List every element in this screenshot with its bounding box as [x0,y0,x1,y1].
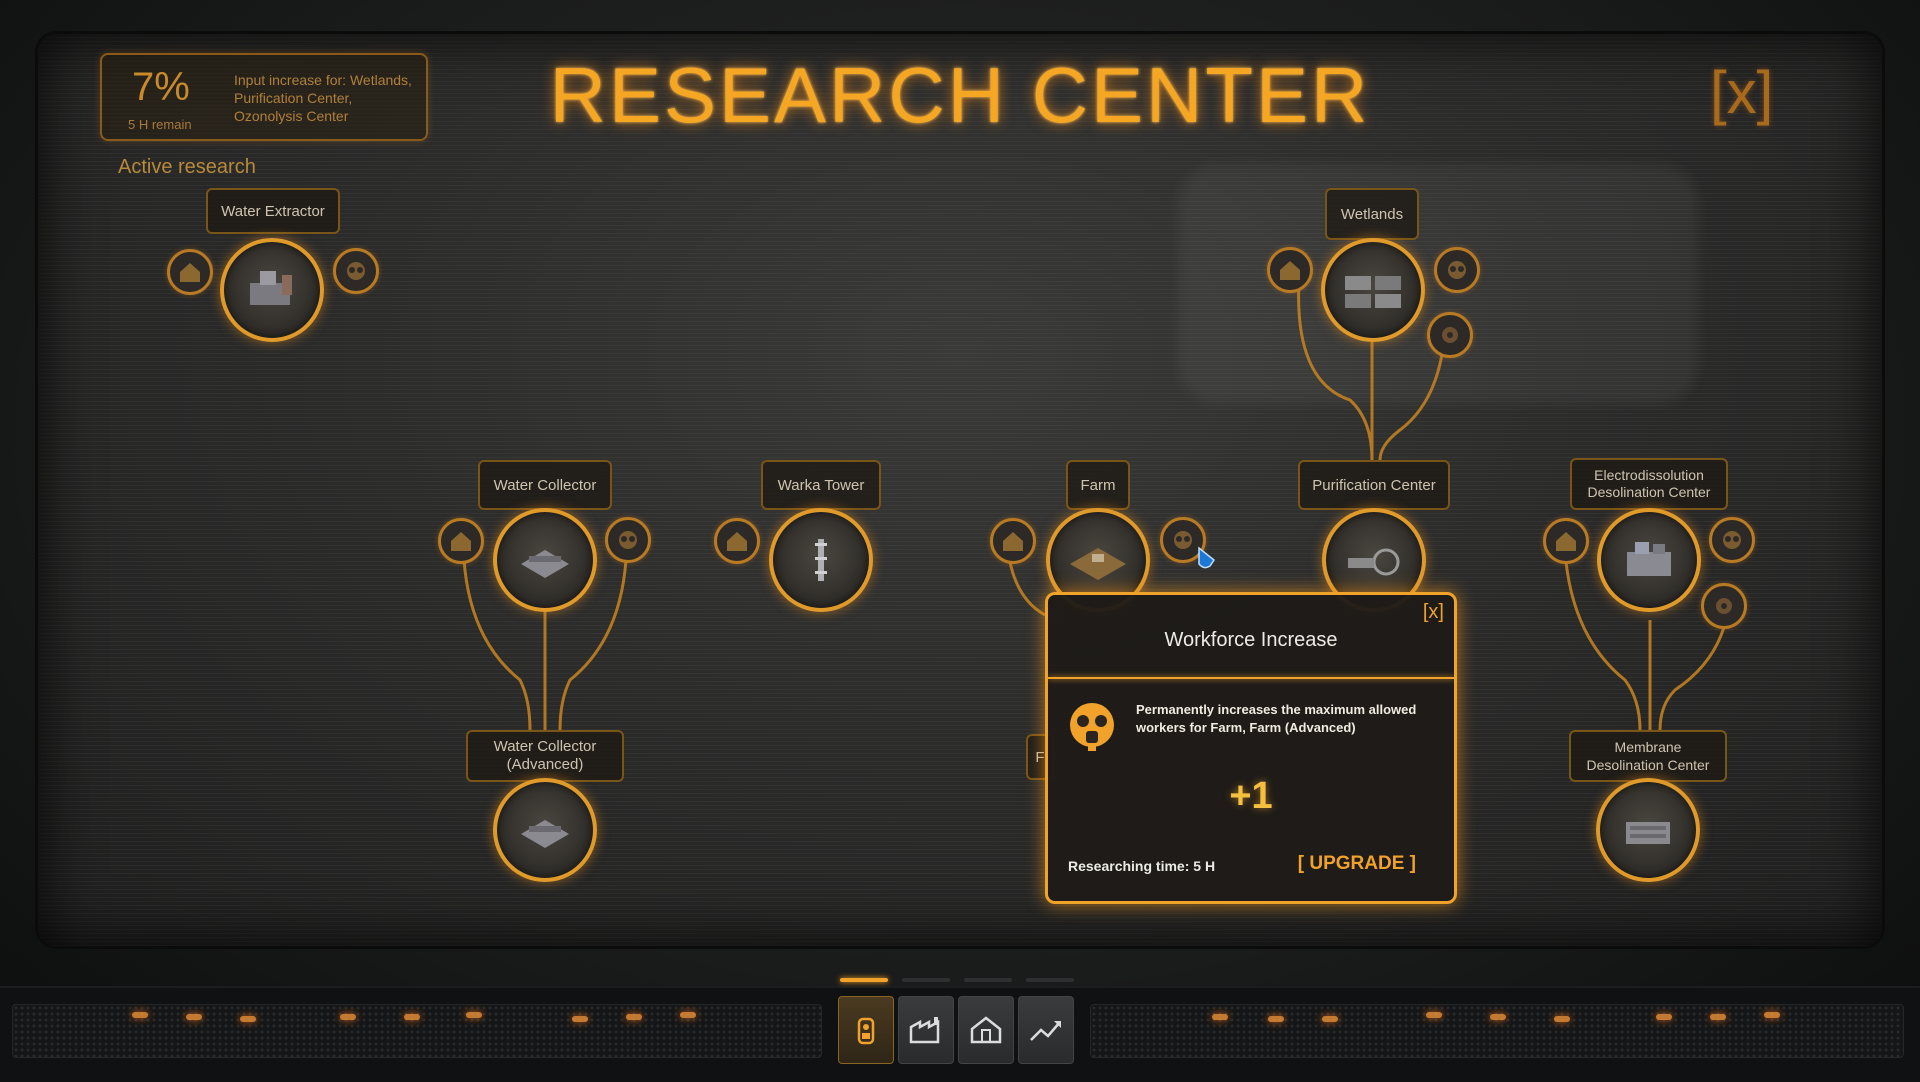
cursor-icon [1198,546,1216,569]
gas-mask-upgrade-icon[interactable] [605,517,651,563]
indicator-light [680,1012,696,1018]
node-label-wetlands: Wetlands [1325,188,1419,240]
active-research-label: Active research [118,156,256,178]
indicator-light [1554,1016,1570,1022]
indicator-light [1212,1014,1228,1020]
right-vent [1090,1004,1904,1058]
indicator-light [404,1014,420,1020]
tab-indicator-factory [902,978,950,982]
factory-icon [909,1017,940,1044]
node-label-membrane: Membrane Desolination Center [1569,730,1727,782]
tab-indicator-housing [964,978,1012,982]
active-research-remaining: 5 H remain [128,117,192,132]
indicator-light [186,1014,202,1020]
indicator-light [240,1016,256,1022]
house-upgrade-icon[interactable] [438,518,484,564]
house-icon [970,1016,1002,1044]
node-electrodissolution[interactable] [1597,508,1701,612]
gear-upgrade-icon[interactable] [1701,583,1747,629]
node-wetlands[interactable] [1321,238,1425,342]
node-warka-tower[interactable] [769,508,873,612]
indicator-light [1426,1012,1442,1018]
indicator-light [1710,1014,1726,1020]
node-label-warka-tower: Warka Tower [761,460,881,510]
house-upgrade-icon[interactable] [1267,247,1313,293]
house-upgrade-icon[interactable] [167,249,213,295]
indicator-light [626,1014,642,1020]
trend-chart-icon [1030,1021,1061,1041]
tab-housing[interactable] [958,996,1014,1064]
indicator-light [132,1012,148,1018]
gas-mask-upgrade-icon[interactable] [333,248,379,294]
tab-indicator-research [840,978,888,982]
indicator-light [1764,1012,1780,1018]
house-upgrade-icon[interactable] [990,518,1036,564]
indicator-light [466,1012,482,1018]
node-water-extractor[interactable] [220,238,324,342]
tab-factory[interactable] [898,996,954,1064]
indicator-light [1490,1014,1506,1020]
upgrade-button[interactable]: [ UPGRADE ] [1298,853,1416,875]
node-label-water-collector: Water Collector [478,460,612,510]
close-button[interactable]: [x] [1710,58,1773,127]
node-membrane[interactable] [1596,778,1700,882]
popup-title: Workforce Increase [1164,629,1338,651]
node-water-collector[interactable] [493,508,597,612]
node-label-water-collector-advanced: Water Collector (Advanced) [466,730,624,782]
indicator-light [572,1016,588,1022]
indicator-light [340,1014,356,1020]
indicator-light [1268,1016,1284,1022]
popup-description: Permanently increases the maximum allowe… [1136,702,1417,735]
tab-indicator-stats [1026,978,1074,982]
tab-research[interactable] [838,996,894,1064]
house-upgrade-icon[interactable] [714,518,760,564]
popup-research-time: Researching time: 5 H [1068,858,1216,874]
gas-mask-icon [1066,701,1118,758]
indicator-light [1656,1014,1672,1020]
active-research-percent: 7% [132,65,190,109]
active-research-description: Input increase for: Wetlands, Purificati… [234,72,412,124]
research-tower-icon [857,1017,875,1045]
popup-value: +1 [1229,775,1273,817]
page-title: RESEARCH CENTER [549,51,1371,139]
node-label-farm: Farm [1066,460,1130,510]
house-upgrade-icon[interactable] [1543,518,1589,564]
tab-statistics[interactable] [1018,996,1074,1064]
active-research-panel: 7% 5 H remain Input increase for: Wetlan… [100,53,428,141]
node-water-collector-advanced[interactable] [493,778,597,882]
workforce-increase-popup: [x] Workforce Increase Permanently incre… [1045,592,1457,904]
node-label-water-extractor: Water Extractor [206,188,340,234]
gas-mask-upgrade-icon[interactable] [1709,517,1755,563]
gear-upgrade-icon[interactable] [1427,312,1473,358]
indicator-light [1322,1016,1338,1022]
popup-close-button[interactable]: [x] [1423,601,1444,624]
node-label-electrodissolution: Electrodissolution Desolination Center [1570,458,1728,510]
popup-divider [1048,677,1454,679]
node-label-purification-center: Purification Center [1298,460,1450,510]
gas-mask-upgrade-icon[interactable] [1434,247,1480,293]
